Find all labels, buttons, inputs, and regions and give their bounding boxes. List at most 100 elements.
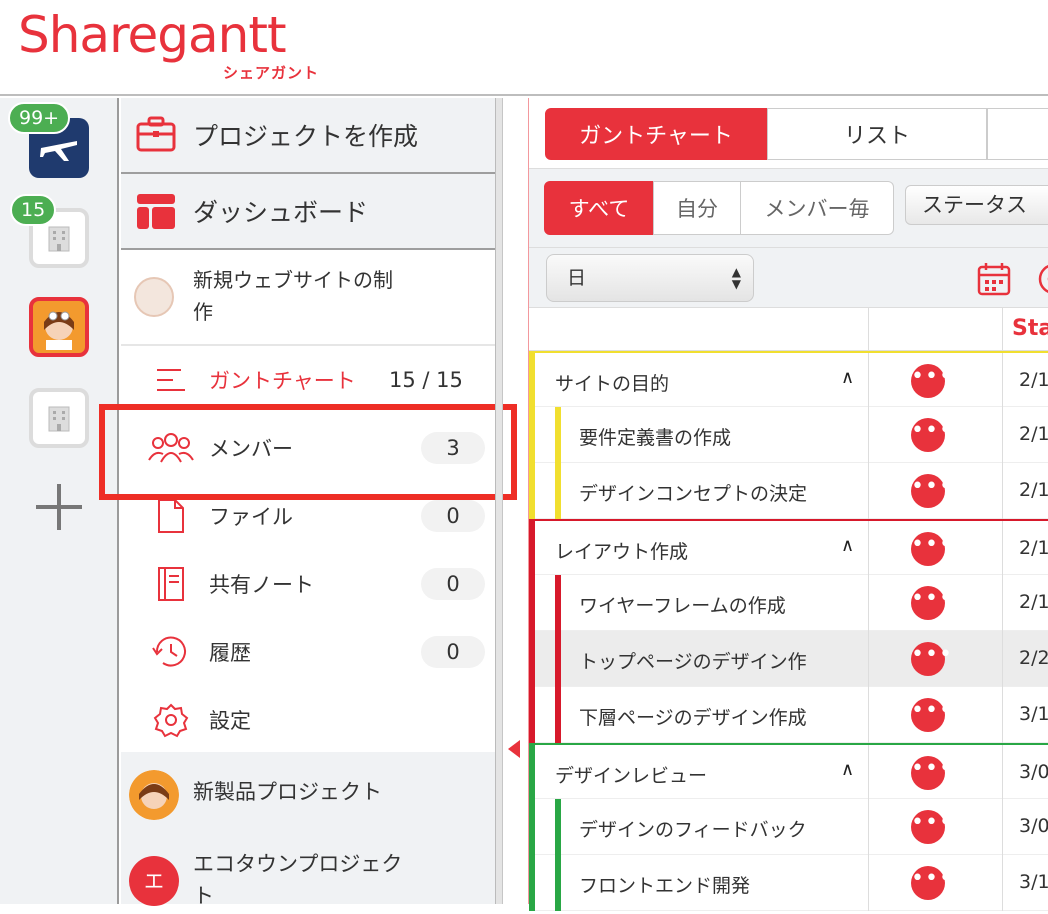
task-row[interactable]: デザインコンセプトの決定 ••• 2/1 — [529, 463, 1048, 519]
more-options-icon[interactable]: ••• — [911, 532, 952, 566]
group-color-bar — [529, 799, 535, 855]
more-options-icon[interactable]: ••• — [911, 642, 952, 676]
task-name[interactable]: 要件定義書の作成 — [579, 423, 731, 450]
task-name[interactable]: サイトの目的 — [555, 369, 669, 396]
column-divider — [868, 799, 869, 855]
building-icon — [48, 406, 70, 432]
task-group-row[interactable]: サイトの目的 ∧ ••• 2/1 — [529, 351, 1048, 409]
column-divider — [1002, 407, 1003, 463]
tab-other[interactable] — [987, 108, 1048, 160]
settings-icon[interactable] — [1037, 262, 1048, 296]
task-group-row[interactable]: デザインレビュー ∧ ••• 3/0 — [529, 743, 1048, 801]
column-divider — [868, 745, 869, 801]
notification-badge: 15 — [10, 194, 57, 226]
start-date: 2/1 — [1019, 591, 1048, 613]
nav-settings[interactable]: 設定 — [121, 686, 495, 754]
current-project-card: 新規ウェブサイトの制作 ガントチャート 15 / 15 メンバー 3 ファイル … — [121, 250, 495, 752]
task-row[interactable]: フロントエンド開発 ••• 3/1 — [529, 855, 1048, 911]
task-group-row[interactable]: レイアウト作成 ∧ ••• 2/1 — [529, 519, 1048, 577]
more-options-icon[interactable]: ••• — [911, 866, 952, 900]
timescale-select[interactable]: 日 ▲ ▼ — [546, 254, 754, 302]
column-divider — [1002, 745, 1003, 801]
chevron-up-icon[interactable]: ∧ — [841, 535, 854, 556]
task-row[interactable]: 下層ページのデザイン作成 ••• 3/1 — [529, 687, 1048, 743]
nav-shared-notes[interactable]: 共有ノート 0 — [121, 550, 495, 618]
calendar-icon[interactable] — [977, 262, 1011, 296]
task-name[interactable]: フロントエンド開発 — [579, 871, 750, 898]
dashboard-button[interactable]: ダッシュボード — [121, 174, 495, 250]
task-name[interactable]: デザインのフィードバック — [579, 815, 807, 842]
column-divider — [1002, 575, 1003, 631]
filter-by-member[interactable]: メンバー毎 — [740, 181, 894, 235]
avatar-icon — [44, 311, 74, 350]
column-divider — [1002, 521, 1003, 577]
start-date: 2/1 — [1019, 479, 1048, 501]
nav-files-label: ファイル — [209, 505, 293, 529]
column-divider — [1002, 631, 1003, 687]
workspace-building-2[interactable] — [29, 388, 89, 448]
history-icon — [152, 636, 186, 667]
filter-mine[interactable]: 自分 — [653, 181, 741, 235]
task-color-bar — [555, 463, 561, 519]
tab-gantt-chart[interactable]: ガントチャート — [545, 108, 767, 160]
nav-history[interactable]: 履歴 0 — [121, 618, 495, 686]
more-options-icon[interactable]: ••• — [911, 810, 952, 844]
chevron-up-icon[interactable]: ∧ — [841, 759, 854, 780]
more-options-icon[interactable]: ••• — [911, 418, 952, 452]
filter-all[interactable]: すべて — [544, 181, 654, 235]
collapse-arrow-icon[interactable] — [508, 740, 520, 758]
column-divider — [868, 308, 869, 351]
column-divider — [1002, 799, 1003, 855]
task-progress-count: 15 / 15 — [389, 368, 463, 392]
timescale-value: 日 — [567, 267, 587, 289]
start-date: 2/1 — [1019, 537, 1048, 559]
task-row[interactable]: ワイヤーフレームの作成 ••• 2/1 — [529, 575, 1048, 631]
column-divider — [868, 463, 869, 519]
chevron-up-icon[interactable]: ∧ — [841, 367, 854, 388]
notification-badge: 99+ — [8, 102, 71, 134]
task-name[interactable]: 下層ページのデザイン作成 — [579, 703, 807, 730]
sharegantt-logo[interactable]: Sharegantt シェアガント — [18, 6, 318, 82]
project-item[interactable]: 新製品プロジェクト — [121, 758, 495, 834]
task-color-bar — [555, 631, 561, 687]
note-icon — [158, 567, 184, 601]
current-project-header[interactable]: 新規ウェブサイトの制作 — [121, 250, 495, 346]
task-row[interactable]: 要件定義書の作成 ••• 2/1 — [529, 407, 1048, 463]
history-count: 0 — [421, 636, 485, 668]
workspace-user-avatar[interactable] — [29, 297, 89, 357]
project-avatar — [134, 277, 174, 317]
column-divider — [868, 521, 869, 577]
gantt-main-panel: ガントチャート リスト すべて 自分 メンバー毎 ステータス 日 ▲ ▼ Sta… — [529, 98, 1048, 911]
gantt-toolbar: 日 ▲ ▼ — [529, 248, 1048, 308]
column-divider — [868, 687, 869, 743]
task-name[interactable]: トップページのデザイン作 — [579, 647, 807, 674]
task-row[interactable]: デザインのフィードバック ••• 3/0 — [529, 799, 1048, 855]
briefcase-icon — [136, 116, 176, 152]
create-project-button[interactable]: プロジェクトを作成 — [121, 98, 495, 174]
task-color-bar — [555, 407, 561, 463]
more-options-icon[interactable]: ••• — [911, 698, 952, 732]
project-title: エコタウンプロジェクト — [193, 852, 403, 908]
task-row[interactable]: トップページのデザイン作 ••• 2/2 — [529, 631, 1048, 687]
project-title: 新規ウェブサイトの制作 — [193, 268, 393, 324]
task-name[interactable]: ワイヤーフレームの作成 — [579, 591, 786, 618]
project-item[interactable]: エ エコタウンプロジェクト — [121, 838, 495, 914]
task-name[interactable]: レイアウト作成 — [555, 537, 688, 564]
task-name[interactable]: デザインコンセプトの決定 — [579, 479, 807, 506]
more-options-icon[interactable]: ••• — [911, 586, 952, 620]
group-color-bar — [529, 463, 535, 519]
files-count: 0 — [421, 500, 485, 532]
task-color-bar — [555, 687, 561, 743]
task-name[interactable]: デザインレビュー — [555, 761, 707, 788]
status-filter-dropdown[interactable]: ステータス — [905, 185, 1048, 225]
group-color-bar — [529, 631, 535, 687]
more-options-icon[interactable]: ••• — [911, 364, 952, 398]
nav-settings-label: 設定 — [209, 709, 251, 733]
more-options-icon[interactable]: ••• — [911, 756, 952, 790]
tab-list[interactable]: リスト — [767, 108, 987, 160]
gantt-icon — [157, 369, 185, 391]
plus-icon[interactable] — [36, 484, 82, 530]
panel-splitter[interactable] — [495, 98, 503, 904]
more-options-icon[interactable]: ••• — [911, 474, 952, 508]
highlight-annotation — [99, 404, 517, 500]
